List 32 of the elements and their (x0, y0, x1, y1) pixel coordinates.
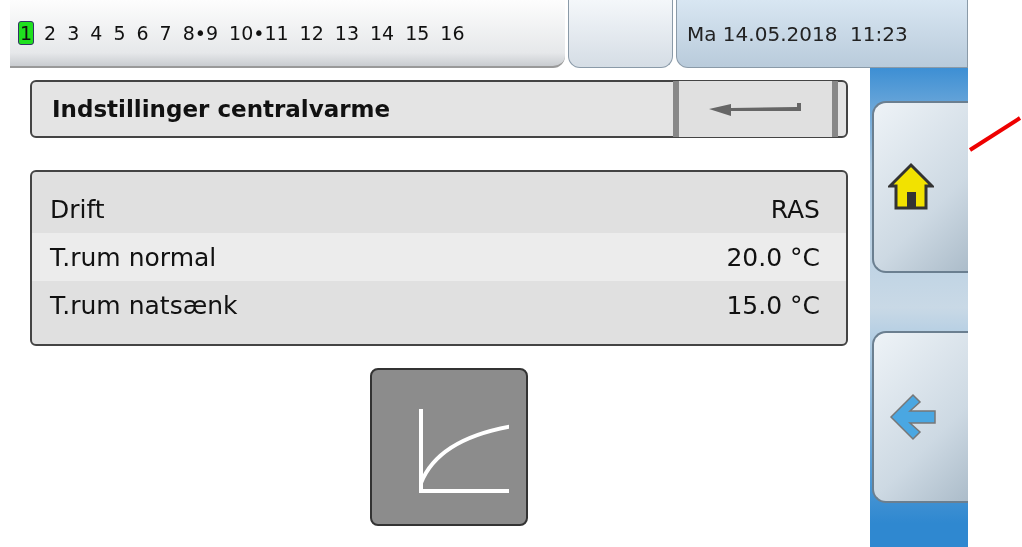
back-arrow-icon (888, 392, 938, 442)
home-button[interactable] (872, 101, 968, 273)
return-button[interactable] (673, 81, 838, 137)
setting-value: RAS (770, 194, 820, 224)
channel-tab[interactable]: 8•9 (181, 22, 220, 44)
channel-tab[interactable]: 12 (298, 22, 325, 44)
channel-tab[interactable]: 13 (333, 22, 360, 44)
channel-tab[interactable]: 1 (18, 21, 35, 45)
setting-row[interactable]: Drift RAS (32, 185, 846, 233)
setting-label: T.rum normal (50, 242, 217, 272)
channel-tab[interactable]: 14 (369, 22, 396, 44)
setting-row[interactable]: T.rum normal 20.0 °C (32, 233, 846, 281)
heating-curve-button[interactable] (370, 368, 528, 526)
channel-tab[interactable]: 3 (66, 22, 81, 44)
channel-tab[interactable]: 4 (89, 22, 104, 44)
channel-tab[interactable]: 15 (404, 22, 431, 44)
home-icon (888, 162, 934, 212)
empty-tab[interactable] (568, 0, 673, 68)
page-title: Indstillinger centralvarme (51, 96, 391, 122)
channel-tab[interactable]: 5 (112, 22, 127, 44)
setting-value: 20.0 °C (726, 242, 820, 272)
channel-tab[interactable]: 10•11 (228, 22, 290, 44)
channel-tab[interactable]: 6 (135, 22, 150, 44)
back-button[interactable] (872, 331, 968, 503)
setting-value: 15.0 °C (726, 290, 820, 320)
channel-tab[interactable]: 2 (43, 22, 58, 44)
setting-label: T.rum natsænk (50, 290, 238, 320)
setting-label: Drift (50, 194, 105, 224)
setting-row[interactable]: T.rum natsænk 15.0 °C (32, 281, 846, 329)
date-time: Ma 14.05.2018 11:23 (676, 0, 968, 68)
channel-tab[interactable]: 7 (158, 22, 173, 44)
channel-tab[interactable]: 16 (439, 22, 466, 44)
